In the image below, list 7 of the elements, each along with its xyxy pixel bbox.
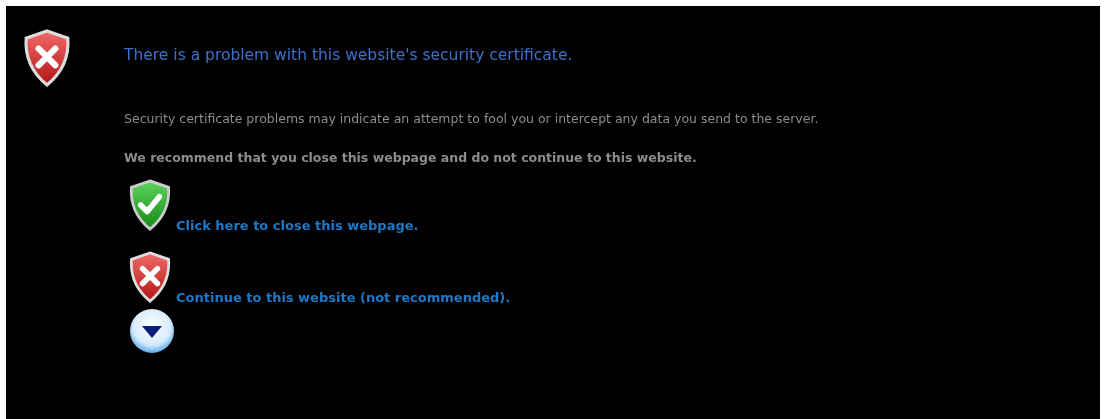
- link[interactable]: Click here to close this webpage.: [176, 218, 419, 233]
- shield-x-icon: [22, 28, 72, 88]
- message-text: We recommend that you close this webpage and do not continue to this website.: [124, 150, 698, 165]
- page-title: There is a problem with this website's security certificate.: [124, 46, 574, 64]
- expand-button[interactable]: [128, 307, 176, 355]
- message-text: Security certificate problems may indicate an attempt to fool you or intercept any data you send to the server.: [124, 111, 819, 126]
- link[interactable]: Continue to this website (not recommended).: [176, 290, 511, 305]
